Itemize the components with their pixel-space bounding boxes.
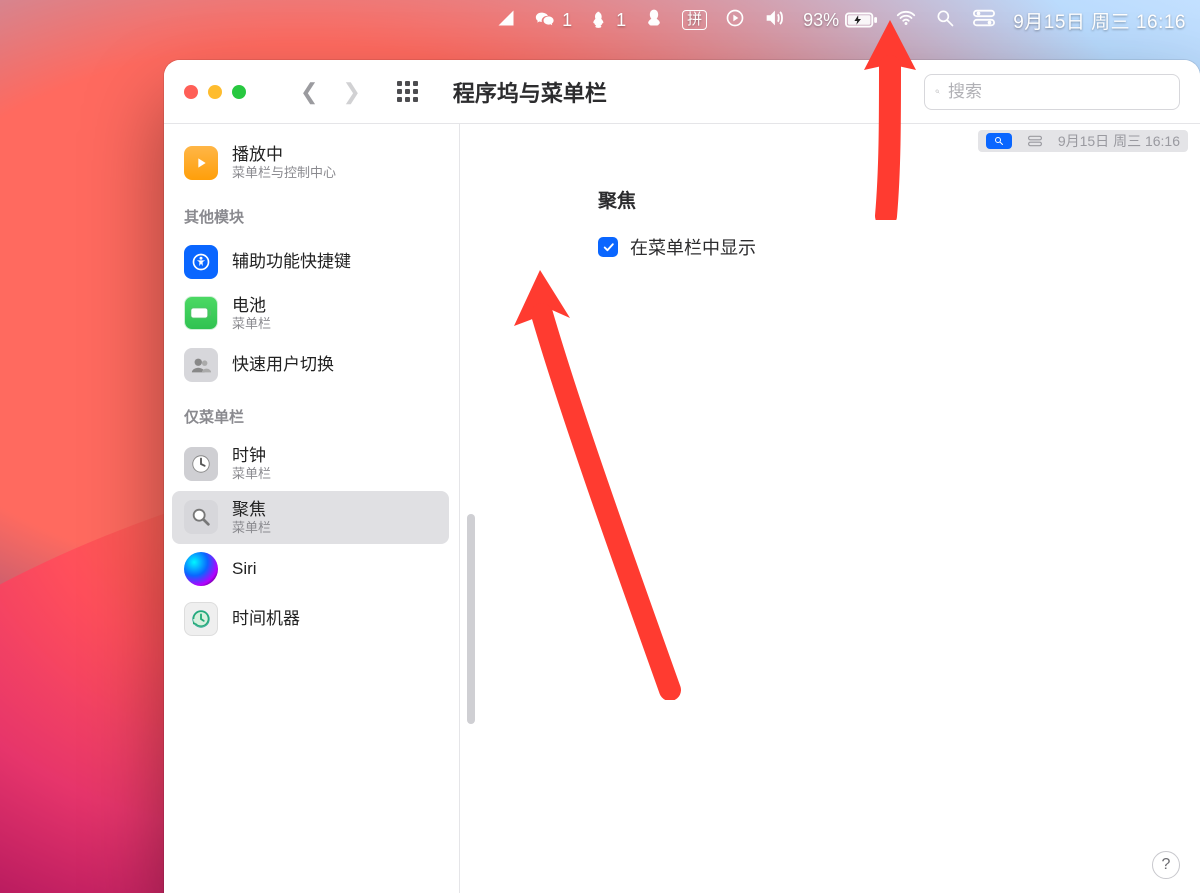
- sidebar-label: 辅助功能快捷键: [232, 251, 351, 272]
- sidebar: 播放中 菜单栏与控制中心 其他模块 辅助功能快捷键 电池 菜单栏 快速用户切换: [164, 124, 460, 893]
- preferences-search[interactable]: [924, 74, 1180, 110]
- preview-datetime: 9月15日 周三 16:16: [1058, 131, 1180, 151]
- battery-status[interactable]: 93%: [803, 10, 877, 31]
- traffic-lights: [184, 85, 246, 99]
- sidebar-sublabel: 菜单栏: [232, 520, 271, 536]
- search-input[interactable]: [948, 82, 1169, 102]
- input-method-indicator[interactable]: 拼: [682, 10, 707, 30]
- penguin-icon[interactable]: [644, 8, 664, 33]
- sidebar-label: 时间机器: [232, 608, 300, 629]
- control-center-icon[interactable]: [973, 9, 995, 32]
- sidebar-label: 快速用户切换: [232, 354, 334, 375]
- time-machine-icon: [184, 602, 218, 636]
- wechat-badge: 1: [562, 10, 572, 31]
- sidebar-item-accessibility-shortcuts[interactable]: 辅助功能快捷键: [172, 237, 449, 287]
- macos-menubar: 1 1 拼 93% 9月15日 周三 16:16: [0, 0, 1200, 40]
- sidebar-sublabel: 菜单栏: [232, 316, 271, 332]
- sidebar-sublabel: 菜单栏: [232, 466, 271, 482]
- now-playing-icon[interactable]: [725, 8, 745, 33]
- show-in-menubar-row[interactable]: 在菜单栏中显示: [598, 234, 756, 260]
- now-playing-icon: [184, 146, 218, 180]
- spotlight-search-icon[interactable]: [935, 8, 955, 33]
- minimize-button[interactable]: [208, 85, 222, 99]
- sidebar-item-siri[interactable]: Siri: [172, 544, 449, 594]
- close-button[interactable]: [184, 85, 198, 99]
- users-icon: [184, 348, 218, 382]
- spotlight-icon: [184, 500, 218, 534]
- system-preferences-window: ❮ ❯ 程序坞与菜单栏 播放中 菜单栏与控制中心 其他模块: [164, 60, 1200, 893]
- sidebar-label: Siri: [232, 558, 257, 579]
- content-heading: 聚焦: [598, 186, 636, 213]
- sidebar-label: 播放中: [232, 144, 336, 165]
- wechat-status[interactable]: 1: [534, 9, 572, 31]
- preview-control-center-icon: [1022, 133, 1048, 149]
- window-titlebar: ❮ ❯ 程序坞与菜单栏: [164, 60, 1200, 124]
- nav-back-button[interactable]: ❮: [300, 79, 318, 105]
- menubar-preview: 9月15日 周三 16:16: [978, 130, 1188, 152]
- zoom-button[interactable]: [232, 85, 246, 99]
- help-button[interactable]: ?: [1152, 851, 1180, 879]
- sidebar-label: 电池: [232, 295, 271, 316]
- battery-percent: 93%: [803, 10, 839, 31]
- volume-icon[interactable]: [763, 7, 785, 34]
- show-all-button[interactable]: [397, 81, 419, 103]
- sidebar-item-fast-user-switching[interactable]: 快速用户切换: [172, 340, 449, 390]
- sidebar-section-other: 其他模块: [172, 190, 449, 237]
- accessibility-icon: [184, 245, 218, 279]
- sidebar-item-time-machine[interactable]: 时间机器: [172, 594, 449, 644]
- sidebar-label: 聚焦: [232, 499, 271, 520]
- qq-badge: 1: [616, 10, 626, 31]
- siri-icon: [184, 552, 218, 586]
- show-in-menubar-label: 在菜单栏中显示: [630, 234, 756, 260]
- sidebar-item-spotlight[interactable]: 聚焦 菜单栏: [172, 491, 449, 545]
- show-in-menubar-checkbox[interactable]: [598, 237, 618, 257]
- clock-icon: [184, 447, 218, 481]
- sidebar-section-menubar-only: 仅菜单栏: [172, 390, 449, 437]
- battery-icon: [184, 296, 218, 330]
- sidebar-sublabel: 菜单栏与控制中心: [232, 165, 336, 181]
- search-icon: [935, 83, 940, 100]
- sidebar-label: 时钟: [232, 445, 271, 466]
- qq-status[interactable]: 1: [590, 10, 626, 31]
- content-pane: 9月15日 周三 16:16 聚焦 在菜单栏中显示 ?: [460, 124, 1200, 893]
- menu-app-icon[interactable]: [496, 8, 516, 33]
- preview-spotlight-icon: [986, 133, 1012, 149]
- menubar-datetime[interactable]: 9月15日 周三 16:16: [1013, 7, 1186, 34]
- wifi-icon[interactable]: [895, 7, 917, 34]
- window-title: 程序坞与菜单栏: [453, 76, 607, 108]
- sidebar-item-clock[interactable]: 时钟 菜单栏: [172, 437, 449, 491]
- sidebar-item-battery[interactable]: 电池 菜单栏: [172, 287, 449, 341]
- sidebar-item-now-playing[interactable]: 播放中 菜单栏与控制中心: [172, 136, 449, 190]
- nav-forward-button[interactable]: ❯: [342, 79, 360, 105]
